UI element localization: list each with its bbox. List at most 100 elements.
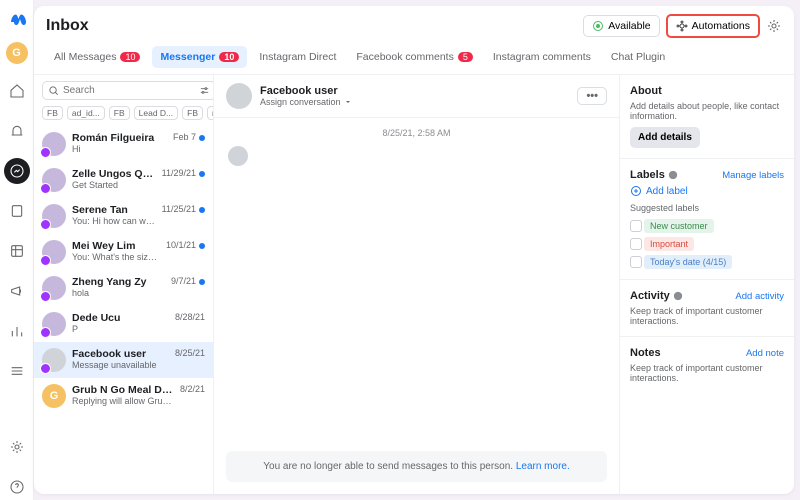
tab-chat-plugin[interactable]: Chat Plugin <box>603 46 673 68</box>
label-suggestion[interactable]: New customer <box>630 219 784 233</box>
nav-home[interactable] <box>4 78 30 104</box>
filter-chip[interactable]: Lead D... <box>134 106 179 120</box>
add-activity-link[interactable]: Add activity <box>735 291 784 302</box>
conversation-preview: You: Hi how can we help? <box>72 216 156 226</box>
nav-posts[interactable] <box>4 198 30 224</box>
tab-facebook-comments[interactable]: Facebook comments5 <box>348 46 480 68</box>
filter-chip[interactable]: FB <box>182 106 203 120</box>
filter-chip[interactable]: FB <box>109 106 130 120</box>
conversation-time: 8/28/21 <box>175 312 205 322</box>
message-avatar <box>228 146 248 166</box>
conversation-item[interactable]: Zheng Yang Zyhola9/7/21 <box>34 270 213 306</box>
unread-dot <box>199 207 205 213</box>
nav-planner[interactable] <box>4 238 30 264</box>
avatar <box>42 348 66 372</box>
learn-more-link[interactable]: Learn more. <box>516 461 570 472</box>
thread-column: Facebook user Assign conversation ••• 8/… <box>214 75 619 494</box>
megaphone-icon <box>9 283 25 299</box>
label-checkbox[interactable] <box>630 238 642 250</box>
home-icon <box>9 83 25 99</box>
meta-logo <box>8 10 26 28</box>
page-header: Inbox Available Automations <box>34 6 794 46</box>
about-title: About <box>630 85 784 97</box>
unread-dot <box>199 135 205 141</box>
conversation-item[interactable]: GGrub N Go Meal DeliveryReplying will al… <box>34 378 213 414</box>
nav-help[interactable] <box>4 474 30 500</box>
filter-chip[interactable]: ad_id... <box>67 106 105 120</box>
about-desc: Add details about people, like contact i… <box>630 101 784 121</box>
conversation-item[interactable]: Zelle Ungos QuibarGet Started11/29/21 <box>34 162 213 198</box>
conversation-item[interactable]: Dede UcuP 8/28/21 <box>34 306 213 342</box>
filter-chip[interactable]: FB <box>42 106 63 120</box>
plus-circle-icon <box>630 185 642 197</box>
label-suggestion[interactable]: Today's date (4/15) <box>630 255 784 269</box>
conversation-preview: P <box>72 324 169 334</box>
nav-settings[interactable] <box>4 434 30 460</box>
menu-icon <box>9 363 25 379</box>
avatar: G <box>42 384 66 408</box>
nav-insights[interactable] <box>4 318 30 344</box>
automations-button[interactable]: Automations <box>666 14 760 38</box>
assign-conversation[interactable]: Assign conversation <box>260 97 569 107</box>
tab-all-messages[interactable]: All Messages10 <box>46 46 148 68</box>
sliders-icon[interactable] <box>199 85 210 96</box>
thread-title: Facebook user <box>260 85 569 97</box>
gear-icon <box>9 439 25 455</box>
bars-icon <box>9 323 25 339</box>
filter-chip[interactable]: mes <box>207 106 213 120</box>
conversation-time: 10/1/21 <box>166 240 205 250</box>
available-icon <box>592 20 604 32</box>
help-icon <box>9 479 25 495</box>
add-note-link[interactable]: Add note <box>746 348 784 359</box>
manage-labels-link[interactable]: Manage labels <box>722 170 784 181</box>
nav-ads[interactable] <box>4 278 30 304</box>
composer-disabled-notice: You are no longer able to send messages … <box>226 451 607 482</box>
label-pill: Today's date (4/15) <box>644 255 732 269</box>
thread-avatar <box>226 83 252 109</box>
conversation-time: 8/2/21 <box>180 384 205 394</box>
conversation-time: 11/25/21 <box>162 204 205 214</box>
notes-desc: Keep track of important customer interac… <box>630 363 784 383</box>
conversation-item[interactable]: Serene TanYou: Hi how can we help?11/25/… <box>34 198 213 234</box>
avatar <box>42 132 66 156</box>
avatar <box>42 240 66 264</box>
nav-notifications[interactable] <box>4 118 30 144</box>
chat-icon <box>9 163 25 179</box>
label-checkbox[interactable] <box>630 220 642 232</box>
nav-inbox[interactable] <box>4 158 30 184</box>
conversation-time: Feb 7 <box>173 132 205 142</box>
tab-badge: 5 <box>458 52 473 62</box>
conversation-item[interactable]: Facebook userMessage unavailable8/25/21 <box>34 342 213 378</box>
tab-instagram-comments[interactable]: Instagram comments <box>485 46 599 68</box>
search-input-wrap[interactable] <box>42 81 214 100</box>
gear-icon <box>766 18 782 34</box>
avatar <box>42 312 66 336</box>
left-nav-rail: G <box>0 0 34 500</box>
avatar <box>42 276 66 300</box>
page-title: Inbox <box>46 17 577 35</box>
conversation-name: Mei Wey Lim <box>72 240 160 252</box>
label-checkbox[interactable] <box>630 256 642 268</box>
tab-instagram-direct[interactable]: Instagram Direct <box>251 46 344 68</box>
add-details-button[interactable]: Add details <box>630 127 700 148</box>
conversation-item[interactable]: Mei Wey LimYou: What's the size of your.… <box>34 234 213 270</box>
search-input[interactable] <box>63 85 195 96</box>
nav-all-tools[interactable] <box>4 358 30 384</box>
tab-messenger[interactable]: Messenger10 <box>152 46 247 68</box>
conversation-item[interactable]: Román FilgueiraHiFeb 7 <box>34 126 213 162</box>
label-suggestion[interactable]: Important <box>630 237 784 251</box>
add-label-button[interactable]: Add label <box>630 185 784 197</box>
conversation-name: Dede Ucu <box>72 312 169 324</box>
note-icon <box>9 203 25 219</box>
label-pill: Important <box>644 237 694 251</box>
message-timestamp: 8/25/21, 2:58 AM <box>228 128 605 138</box>
search-icon <box>48 85 59 96</box>
inbox-settings-button[interactable] <box>766 18 782 34</box>
available-button[interactable]: Available <box>583 15 659 37</box>
conversation-list: Román FilgueiraHiFeb 7Zelle Ungos Quibar… <box>34 126 213 494</box>
thread-more-button[interactable]: ••• <box>577 87 607 105</box>
chevron-down-icon <box>344 98 352 106</box>
conversation-name: Facebook user <box>72 348 169 360</box>
suggested-labels: New customer Important Today's date (4/15) <box>630 219 784 269</box>
account-avatar[interactable]: G <box>6 42 28 64</box>
